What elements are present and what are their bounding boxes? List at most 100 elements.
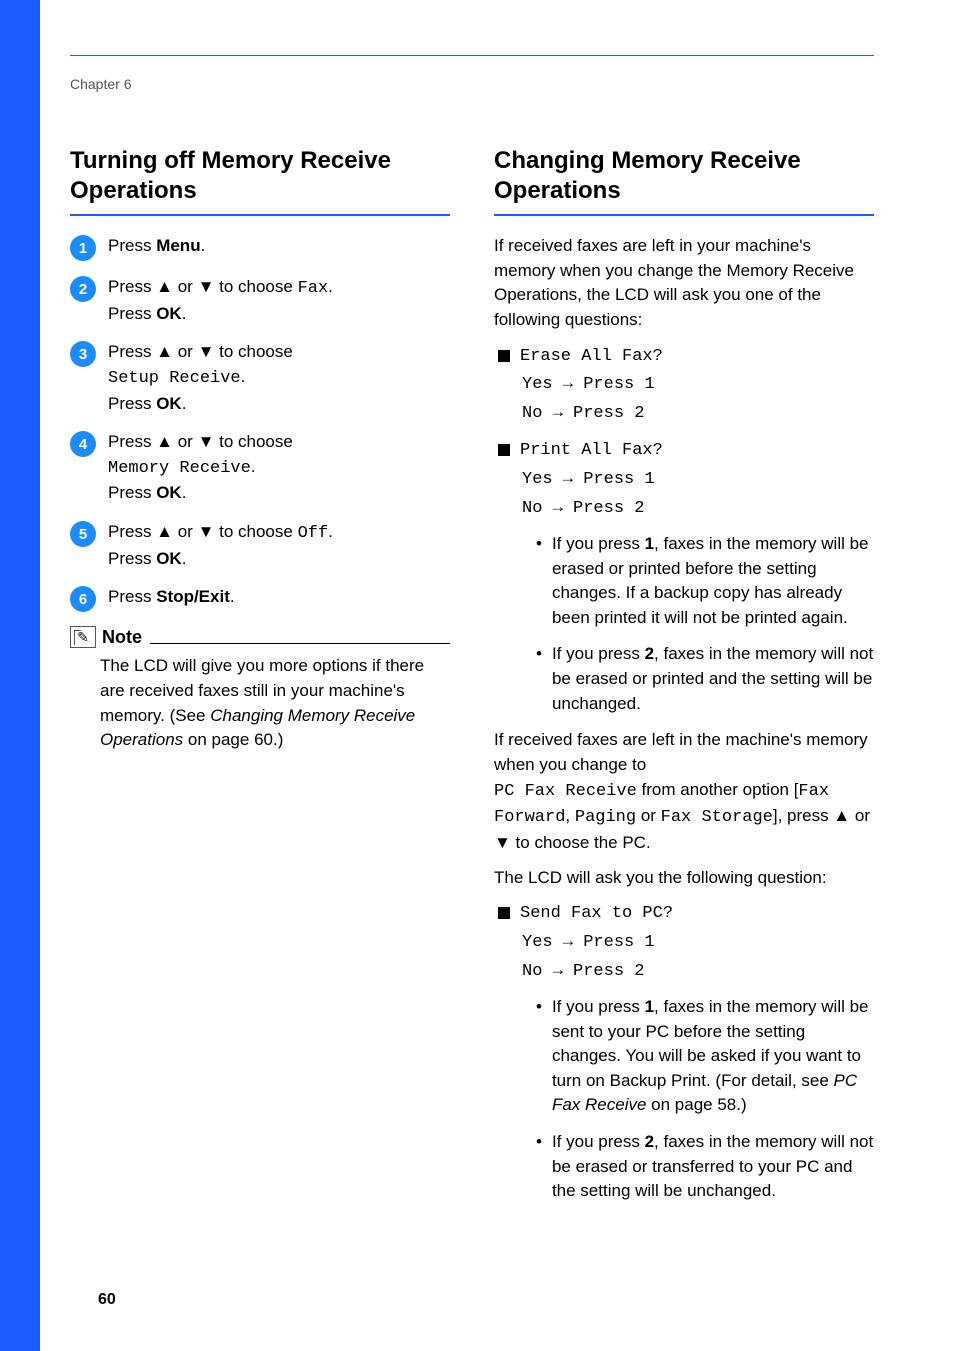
- note-rule: [150, 643, 450, 644]
- text: Press: [108, 236, 156, 255]
- bold: OK: [156, 394, 182, 413]
- page-number: 60: [98, 1291, 116, 1309]
- mono-text: Off: [298, 524, 329, 543]
- note-body: The LCD will give you more options if th…: [100, 654, 450, 753]
- text: .: [241, 367, 246, 386]
- text: If you press: [552, 997, 645, 1016]
- step-body: Press ▲ or ▼ to choose Off. Press OK.: [108, 520, 333, 571]
- mono-text: Paging: [575, 808, 636, 827]
- text: .: [328, 522, 333, 541]
- square-bullet-icon: [498, 444, 510, 456]
- list-item: •If you press 1, faxes in the memory wil…: [536, 995, 874, 1118]
- text: .: [182, 549, 187, 568]
- lcd-option-yes: Yes → Press 1: [522, 371, 874, 400]
- text: on page 60.): [183, 730, 283, 749]
- step-2: 2 Press ▲ or ▼ to choose Fax. Press OK.: [70, 275, 450, 326]
- heading-rule: [494, 214, 874, 216]
- bullet-dot-icon: •: [536, 532, 542, 631]
- text: If you press: [552, 644, 645, 663]
- step-number-badge: 3: [70, 341, 96, 367]
- list-item: •If you press 2, faxes in the memory wil…: [536, 642, 874, 716]
- page: Chapter 6 Turning off Memory Receive Ope…: [0, 0, 954, 1351]
- step-number-badge: 1: [70, 235, 96, 261]
- text: Press: [108, 304, 156, 323]
- text: Press: [108, 394, 156, 413]
- text: on page 58.): [646, 1095, 746, 1114]
- step-number-badge: 5: [70, 521, 96, 547]
- step-number-badge: 6: [70, 586, 96, 612]
- section-heading-right: Changing Memory Receive Operations: [494, 146, 874, 206]
- bold: OK: [156, 549, 182, 568]
- step-body: Press ▲ or ▼ to choose Memory Receive. P…: [108, 430, 293, 506]
- text: Press ▲ or ▼ to choose: [108, 277, 298, 296]
- square-bullet-icon: [498, 350, 510, 362]
- text: .: [230, 587, 235, 606]
- heading-rule: [70, 214, 450, 216]
- text: Press ▲ or ▼ to choose: [108, 342, 293, 361]
- text: ,: [565, 806, 574, 825]
- key: 2: [645, 644, 654, 663]
- step-5: 5 Press ▲ or ▼ to choose Off. Press OK.: [70, 520, 450, 571]
- text: Press: [108, 549, 156, 568]
- text: .: [182, 394, 187, 413]
- list-item: •If you press 2, faxes in the memory wil…: [536, 1130, 874, 1204]
- text: Press ▲ or ▼ to choose: [108, 522, 298, 541]
- bold: OK: [156, 483, 182, 502]
- text: If you press: [552, 1132, 645, 1151]
- left-column: Turning off Memory Receive Operations 1 …: [70, 146, 450, 1216]
- text: .: [182, 483, 187, 502]
- content-area: Chapter 6 Turning off Memory Receive Ope…: [70, 0, 874, 1351]
- lcd-question-1: Erase All Fax? Yes → Press 1 No → Press …: [498, 343, 874, 430]
- lcd-option-yes: Yes → Press 1: [522, 929, 874, 958]
- step-body: Press Stop/Exit.: [108, 585, 235, 612]
- lcd-text: Erase All Fax?: [520, 343, 663, 372]
- text: .: [328, 277, 333, 296]
- step-4: 4 Press ▲ or ▼ to choose Memory Receive.…: [70, 430, 450, 506]
- step-number-badge: 2: [70, 276, 96, 302]
- text: If you press: [552, 534, 645, 553]
- bold: OK: [156, 304, 182, 323]
- bullet-dot-icon: •: [536, 642, 542, 716]
- bold: Menu: [156, 236, 200, 255]
- step-body: Press ▲ or ▼ to choose Fax. Press OK.: [108, 275, 333, 326]
- bullet-group: •If you press 1, faxes in the memory wil…: [518, 995, 874, 1204]
- note-heading: ✎ Note: [70, 626, 450, 648]
- mono-text: Memory Receive: [108, 459, 251, 478]
- lcd-option-no: No → Press 2: [522, 958, 874, 987]
- step-6: 6 Press Stop/Exit.: [70, 585, 450, 612]
- paragraph: If received faxes are left in the machin…: [494, 728, 874, 855]
- step-1: 1 Press Menu.: [70, 234, 450, 261]
- right-column: Changing Memory Receive Operations If re…: [494, 146, 874, 1216]
- mono-text: Fax Storage: [661, 808, 773, 827]
- text: Press: [108, 483, 156, 502]
- text: Press ▲ or ▼ to choose: [108, 432, 293, 451]
- text: If received faxes are left in the machin…: [494, 730, 868, 774]
- text: .: [182, 304, 187, 323]
- list-item: •If you press 1, faxes in the memory wil…: [536, 532, 874, 631]
- paragraph: The LCD will ask you the following quest…: [494, 866, 874, 891]
- key: 2: [645, 1132, 654, 1151]
- lcd-text: Send Fax to PC?: [520, 900, 673, 929]
- bullet-dot-icon: •: [536, 995, 542, 1118]
- lcd-option-no: No → Press 2: [522, 400, 874, 429]
- chapter-label: Chapter 6: [70, 76, 874, 92]
- lcd-question-3: Send Fax to PC? Yes → Press 1 No → Press…: [498, 900, 874, 987]
- mono-text: PC Fax Receive: [494, 782, 637, 801]
- text: from another option [: [637, 780, 799, 799]
- section-heading-left: Turning off Memory Receive Operations: [70, 146, 450, 206]
- mono-text: Setup Receive: [108, 369, 241, 388]
- lcd-option-no: No → Press 2: [522, 495, 874, 524]
- bold: Stop/Exit: [156, 587, 230, 606]
- two-column-layout: Turning off Memory Receive Operations 1 …: [70, 146, 874, 1216]
- text: .: [201, 236, 206, 255]
- header-rule: [70, 55, 874, 56]
- text: Press: [108, 587, 156, 606]
- square-bullet-icon: [498, 907, 510, 919]
- text: .: [251, 457, 256, 476]
- side-accent-bar: [0, 0, 40, 1351]
- bullet-group: •If you press 1, faxes in the memory wil…: [518, 532, 874, 716]
- note-icon: ✎: [70, 626, 96, 648]
- lcd-text: Print All Fax?: [520, 437, 663, 466]
- paragraph: If received faxes are left in your machi…: [494, 234, 874, 333]
- step-3: 3 Press ▲ or ▼ to choose Setup Receive. …: [70, 340, 450, 416]
